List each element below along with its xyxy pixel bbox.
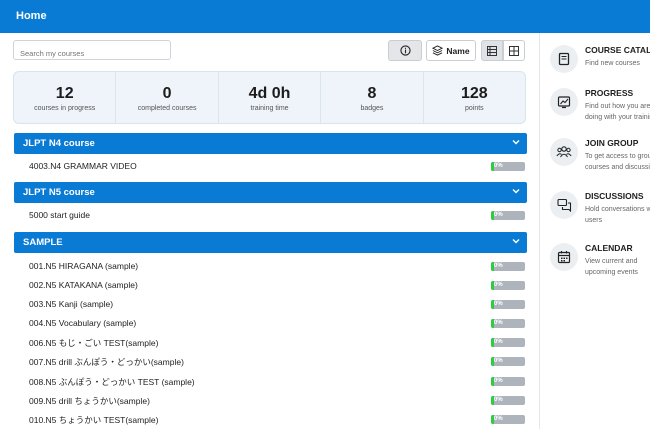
progress-label: 0% [494, 163, 503, 169]
list-view-icon [487, 45, 497, 56]
stat-label: badges [360, 105, 384, 112]
progress-bar: 0% [491, 415, 525, 424]
stat-value: 128 [460, 85, 488, 102]
sidebar-item-desc: Hold conversations with users [585, 206, 650, 224]
calendar-icon [550, 243, 578, 271]
chevron-down-icon [512, 239, 520, 244]
section-header-sample[interactable]: SAMPLE [14, 232, 527, 253]
group-icon [550, 138, 578, 166]
course-name: 5000 start guide [29, 210, 90, 220]
sidebar-item-title: COURSE CATALOG [585, 45, 650, 55]
progress-bar: 0% [491, 377, 525, 386]
page-title: Home [16, 10, 47, 22]
grid-view-button[interactable] [503, 40, 525, 61]
section-title: SAMPLE [23, 237, 63, 248]
progress-bar: 0% [491, 300, 525, 309]
progress-bar: 0% [491, 211, 525, 220]
progress-bar: 0% [491, 396, 525, 405]
progress-bar: 0% [491, 338, 525, 347]
progress-label: 0% [494, 320, 503, 326]
progress-bar: 0% [491, 357, 525, 366]
course-row[interactable]: 008.N5 ぶんぽう・どっかい TEST (sample) 0% [29, 374, 526, 390]
stat-value: 0 [162, 85, 172, 102]
section-title: JLPT N4 course [23, 138, 95, 149]
stats-panel: 12 courses in progress 0 completed cours… [13, 71, 526, 124]
course-name: 006.N5 もじ・ごい TEST(sample) [29, 338, 159, 348]
progress-label: 0% [494, 397, 503, 403]
progress-label: 0% [494, 416, 503, 422]
stat-value: 12 [55, 85, 74, 102]
stat-courses-in-progress: 12 courses in progress [14, 72, 117, 123]
course-name: 007.N5 drill ぶんぽう・どっかい(sample) [29, 357, 184, 367]
chat-icon [550, 191, 578, 219]
course-row[interactable]: 003.N5 Kanji (sample) 0% [29, 297, 526, 313]
section-header-jlpt-n4[interactable]: JLPT N4 course [14, 133, 527, 154]
course-name: 010.N5 ちょうかい TEST(sample) [29, 415, 159, 425]
stat-completed-courses: 0 completed courses [116, 72, 219, 123]
course-name: 009.N5 drill ちょうかい(sample) [29, 396, 150, 406]
course-row[interactable]: 004.N5 Vocabulary (sample) 0% [29, 316, 526, 332]
list-view-button[interactable] [481, 40, 503, 61]
sidebar-item-title: JOIN GROUP [585, 138, 639, 148]
search-input[interactable] [13, 40, 171, 60]
chevron-down-icon [512, 140, 520, 145]
top-header-bar: Home [0, 0, 650, 33]
sort-label: Name [446, 45, 470, 56]
chevron-down-icon [512, 189, 520, 194]
stat-badges: 8 badges [321, 72, 424, 123]
course-row[interactable]: 4003.N4 GRAMMAR VIDEO 0% [29, 159, 526, 175]
stat-training-time: 4d 0h training time [219, 72, 322, 123]
course-name: 004.N5 Vocabulary (sample) [29, 318, 137, 328]
sidebar-item-title: CALENDAR [585, 243, 633, 253]
stat-value: 4d 0h [248, 85, 291, 102]
stat-label: training time [250, 105, 289, 112]
course-row[interactable]: 001.N5 HIRAGANA (sample) 0% [29, 259, 526, 275]
course-row[interactable]: 009.N5 drill ちょうかい(sample) 0% [29, 393, 526, 409]
progress-label: 0% [494, 282, 503, 288]
stat-label: points [464, 105, 484, 112]
stat-points: 128 points [424, 72, 525, 123]
sort-by-name-button[interactable]: Name [426, 40, 476, 61]
book-icon [550, 45, 578, 73]
sidebar-item-title: PROGRESS [585, 88, 634, 98]
course-row[interactable]: 006.N5 もじ・ごい TEST(sample) 0% [29, 335, 526, 351]
course-name: 002.N5 KATAKANA (sample) [29, 280, 138, 290]
progress-label: 0% [494, 358, 503, 364]
right-sidebar: COURSE CATALOG Find new courses PROGRESS… [539, 33, 650, 429]
course-row[interactable]: 010.N5 ちょうかい TEST(sample) 0% [29, 412, 526, 428]
section-title: JLPT N5 course [23, 187, 95, 198]
course-name: 008.N5 ぶんぽう・どっかい TEST (sample) [29, 377, 195, 387]
sidebar-item-desc: Find new courses [585, 60, 640, 67]
sidebar-item-desc: To get access to group courses and discu… [585, 153, 650, 171]
info-button[interactable] [388, 40, 422, 61]
progress-label: 0% [494, 263, 503, 269]
progress-label: 0% [494, 212, 503, 218]
progress-bar: 0% [491, 319, 525, 328]
stat-label: courses in progress [34, 105, 96, 112]
progress-label: 0% [494, 339, 503, 345]
grid-view-icon [509, 45, 519, 56]
course-name: 003.N5 Kanji (sample) [29, 299, 114, 309]
info-icon [399, 45, 411, 56]
sidebar-item-title: DISCUSSIONS [585, 191, 644, 201]
progress-bar: 0% [491, 262, 525, 271]
progress-label: 0% [494, 378, 503, 384]
course-row[interactable]: 5000 start guide 0% [29, 208, 526, 224]
course-name: 4003.N4 GRAMMAR VIDEO [29, 161, 137, 171]
stat-label: completed courses [137, 105, 197, 112]
section-header-jlpt-n5[interactable]: JLPT N5 course [14, 182, 527, 203]
stat-value: 8 [367, 85, 377, 102]
progress-chart-icon [550, 88, 578, 116]
sidebar-item-desc: Find out how you are doing with your tra… [585, 103, 650, 121]
course-name: 001.N5 HIRAGANA (sample) [29, 261, 139, 271]
progress-bar: 0% [491, 162, 525, 171]
course-row[interactable]: 002.N5 KATAKANA (sample) 0% [29, 278, 526, 294]
progress-bar: 0% [491, 281, 525, 290]
course-row[interactable]: 007.N5 drill ぶんぽう・どっかい(sample) 0% [29, 354, 526, 370]
sidebar-item-desc: View current and upcoming events [585, 258, 638, 276]
progress-label: 0% [494, 301, 503, 307]
layers-icon [432, 45, 444, 56]
